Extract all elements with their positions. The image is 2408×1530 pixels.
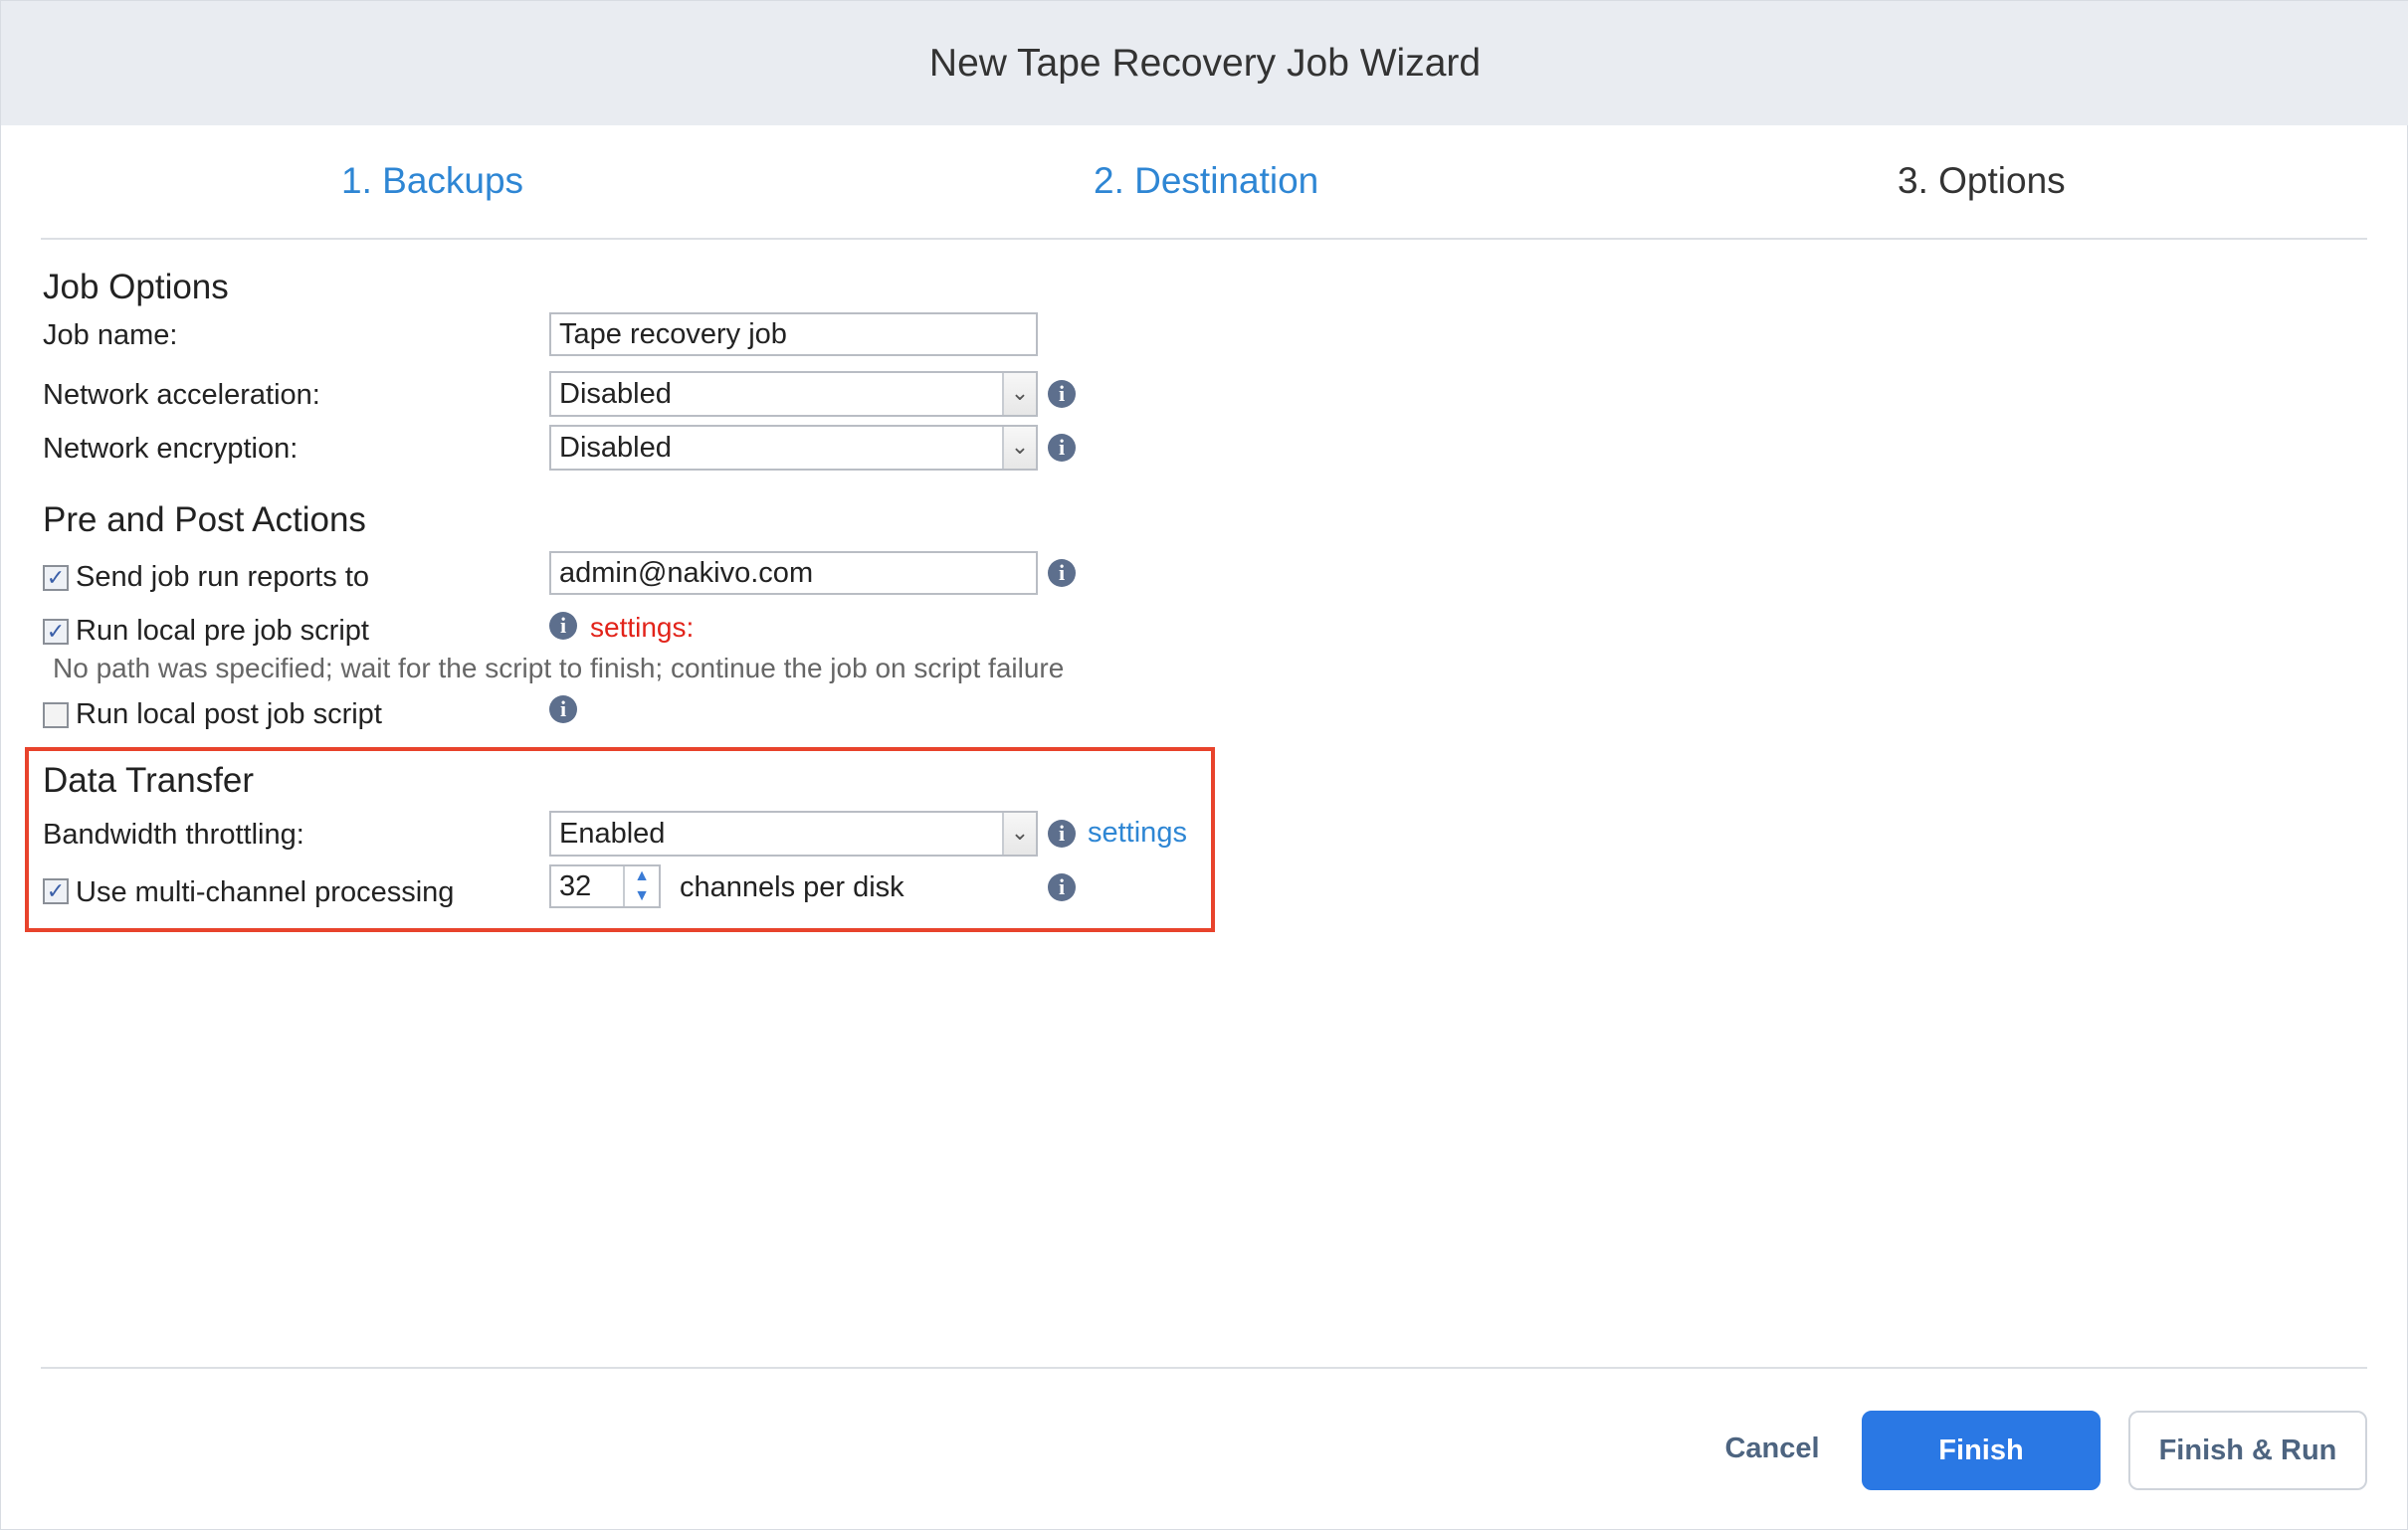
step-destination[interactable]: 2. Destination [1094,158,1318,204]
info-icon[interactable]: i [1048,559,1076,587]
pre-post-heading: Pre and Post Actions [43,500,366,539]
window-title: New Tape Recovery Job Wizard [1,1,2408,125]
network-acceleration-label: Network acceleration: [43,379,320,411]
channels-suffix: channels per disk [680,871,904,903]
cancel-button[interactable]: Cancel [1703,1411,1842,1490]
multichannel-label[interactable]: Use multi-channel processing [76,876,454,909]
job-name-label: Job name: [43,319,178,351]
data-transfer-heading: Data Transfer [43,761,255,800]
stepper-buttons: ▲ ▼ [623,866,659,906]
bandwidth-throttling-value: Enabled [559,818,666,850]
post-script-checkbox[interactable] [43,702,69,728]
chevron-down-icon: ⌄ [1002,813,1036,855]
channels-stepper[interactable]: 32 ▲ ▼ [549,864,661,908]
pre-script-note: No path was specified; wait for the scri… [53,653,1065,683]
bandwidth-throttling-label: Bandwidth throttling: [43,819,304,851]
wizard-window: New Tape Recovery Job Wizard 1. Backups … [0,0,2408,1530]
job-options-heading: Job Options [43,268,229,306]
bandwidth-settings-link[interactable]: settings [1088,817,1187,850]
checkmark-icon: ✓ [46,619,66,644]
info-icon[interactable]: i [1048,820,1076,848]
network-acceleration-select[interactable]: Disabled ⌄ [549,371,1038,417]
wizard-steps: 1. Backups 2. Destination 3. Options [41,148,2367,240]
info-icon[interactable]: i [1048,380,1076,408]
job-name-input[interactable] [549,312,1038,356]
chevron-down-icon: ⌄ [1002,427,1036,469]
network-encryption-value: Disabled [559,432,672,464]
checkmark-icon: ✓ [46,565,66,590]
pre-script-label[interactable]: Run local pre job script [76,615,369,648]
send-reports-label[interactable]: Send job run reports to [76,561,369,594]
footer-divider [41,1367,2367,1369]
info-icon[interactable]: i [549,612,577,640]
info-icon[interactable]: i [1048,434,1076,462]
multichannel-checkbox[interactable]: ✓ [43,878,69,904]
chevron-down-icon[interactable]: ▼ [625,886,659,906]
step-options[interactable]: 3. Options [1898,158,2066,204]
send-reports-checkbox[interactable]: ✓ [43,565,69,591]
network-encryption-label: Network encryption: [43,433,299,465]
pre-script-settings-link[interactable]: settings: [590,612,694,644]
network-encryption-select[interactable]: Disabled ⌄ [549,425,1038,471]
checkmark-icon: ✓ [46,878,66,903]
info-icon[interactable]: i [549,695,577,723]
report-email-input[interactable] [549,551,1038,595]
pre-script-checkbox[interactable]: ✓ [43,619,69,645]
finish-and-run-button[interactable]: Finish & Run [2128,1411,2367,1490]
post-script-label[interactable]: Run local post job script [76,698,382,731]
chevron-up-icon[interactable]: ▲ [625,866,659,886]
finish-button[interactable]: Finish [1862,1411,2101,1490]
channels-value: 32 [559,870,592,902]
chevron-down-icon: ⌄ [1002,373,1036,415]
bandwidth-throttling-select[interactable]: Enabled ⌄ [549,811,1038,857]
step-backups[interactable]: 1. Backups [341,158,523,204]
info-icon[interactable]: i [1048,873,1076,901]
network-acceleration-value: Disabled [559,378,672,410]
